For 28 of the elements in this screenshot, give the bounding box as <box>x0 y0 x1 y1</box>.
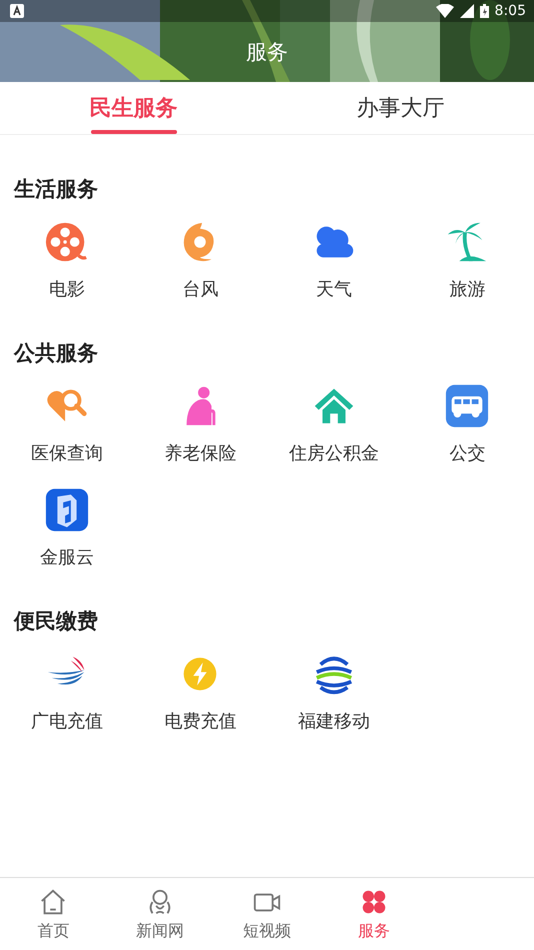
service-item[interactable]: 电费充值 <box>134 651 267 733</box>
section-title: 便民缴费 <box>12 608 99 635</box>
service-item[interactable]: 台风 <box>134 219 267 301</box>
status-time: 8:05 <box>494 3 526 19</box>
service-item[interactable]: 医保查询 <box>0 383 134 465</box>
tab[interactable]: 办事大厅 <box>267 82 534 134</box>
service-item[interactable]: 养老保险 <box>134 383 267 465</box>
service-item[interactable]: 金服云 <box>0 487 134 569</box>
bus-icon <box>444 383 490 429</box>
nav-item[interactable]: 新闻网 <box>106 878 214 950</box>
nav-item[interactable]: 首页 <box>0 878 107 950</box>
service-item[interactable]: 旅游 <box>400 219 534 301</box>
section-title: 生活服务 <box>12 176 99 203</box>
notification-icon <box>10 4 24 18</box>
section-title: 公共服务 <box>12 340 99 367</box>
service-item[interactable]: 住房公积金 <box>267 383 400 465</box>
nav-item[interactable]: 短视频 <box>214 878 320 950</box>
service-item[interactable]: 广电充值 <box>0 651 134 733</box>
service-item[interactable]: 公交 <box>400 383 534 465</box>
service-item[interactable]: 电影 <box>0 219 134 301</box>
service-item[interactable]: 天气 <box>267 219 400 301</box>
page-title: 服务 <box>246 39 288 66</box>
service-item[interactable]: 福建移动 <box>267 651 400 733</box>
tab[interactable]: 民生服务 <box>0 82 267 134</box>
nav-item[interactable]: 服务 <box>320 878 428 950</box>
app-logo-icon <box>44 487 90 533</box>
signal-icon <box>460 4 474 18</box>
wifi-icon <box>436 4 454 18</box>
